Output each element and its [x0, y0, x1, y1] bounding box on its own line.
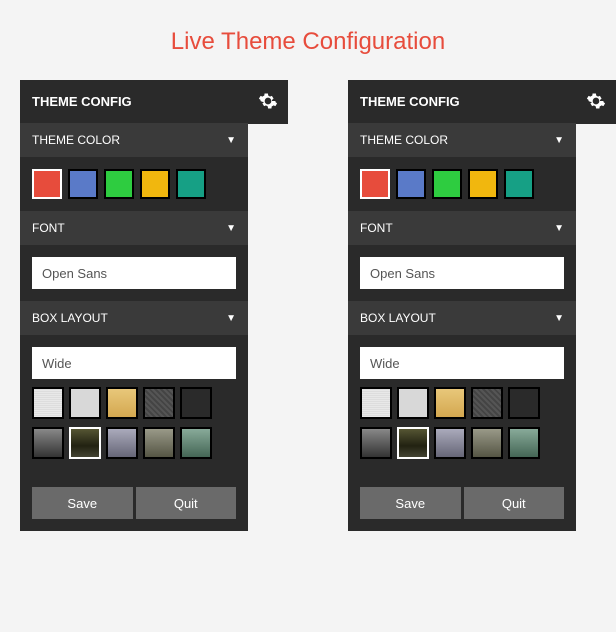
section-label: BOX LAYOUT [32, 311, 108, 325]
section-label: BOX LAYOUT [360, 311, 436, 325]
panel-title: THEME CONFIG [360, 94, 460, 109]
pattern-swatch[interactable] [508, 387, 540, 419]
font-input[interactable] [32, 257, 236, 289]
color-swatch-yellow[interactable] [468, 169, 498, 199]
pattern-row-1 [360, 387, 564, 419]
save-button[interactable]: Save [360, 487, 461, 519]
chevron-down-icon: ▼ [554, 313, 564, 324]
layout-input[interactable] [32, 347, 236, 379]
panel-header: THEME CONFIG [20, 80, 248, 123]
quit-button[interactable]: Quit [464, 487, 565, 519]
bg-image-swatch[interactable] [143, 427, 175, 459]
color-swatch-red[interactable] [360, 169, 390, 199]
chevron-down-icon: ▼ [554, 135, 564, 146]
pattern-swatch[interactable] [180, 387, 212, 419]
theme-color-header[interactable]: THEME COLOR ▼ [348, 123, 576, 157]
gear-icon [586, 91, 606, 114]
chevron-down-icon: ▼ [226, 223, 236, 234]
pattern-swatch[interactable] [397, 387, 429, 419]
bg-image-swatch[interactable] [69, 427, 101, 459]
chevron-down-icon: ▼ [554, 223, 564, 234]
color-swatch-yellow[interactable] [140, 169, 170, 199]
settings-toggle-tab[interactable] [576, 80, 616, 124]
pattern-row-2 [32, 427, 236, 459]
settings-toggle-tab[interactable] [248, 80, 288, 124]
save-button[interactable]: Save [32, 487, 133, 519]
font-input[interactable] [360, 257, 564, 289]
color-swatch-row [20, 157, 248, 211]
quit-button[interactable]: Quit [136, 487, 237, 519]
font-header[interactable]: FONT ▼ [20, 211, 248, 245]
theme-color-header[interactable]: THEME COLOR ▼ [20, 123, 248, 157]
bg-image-swatch[interactable] [471, 427, 503, 459]
section-label: THEME COLOR [360, 133, 448, 147]
bg-image-swatch[interactable] [508, 427, 540, 459]
color-swatch-blue[interactable] [396, 169, 426, 199]
section-label: FONT [360, 221, 393, 235]
theme-config-panel: THEME CONFIG THEME COLOR ▼ FONT ▼ [20, 80, 248, 531]
color-swatch-row [348, 157, 576, 211]
color-swatch-green[interactable] [104, 169, 134, 199]
panel-title: THEME CONFIG [32, 94, 132, 109]
pattern-swatch[interactable] [106, 387, 138, 419]
theme-config-panel: THEME CONFIG THEME COLOR ▼ FONT ▼ [348, 80, 576, 531]
box-layout-header[interactable]: BOX LAYOUT ▼ [20, 301, 248, 335]
bg-image-swatch[interactable] [434, 427, 466, 459]
pattern-swatch[interactable] [32, 387, 64, 419]
page-title: Live Theme Configuration [0, 0, 616, 80]
panel-header: THEME CONFIG [348, 80, 576, 123]
pattern-swatch[interactable] [471, 387, 503, 419]
color-swatch-green[interactable] [432, 169, 462, 199]
pattern-swatch[interactable] [434, 387, 466, 419]
layout-input[interactable] [360, 347, 564, 379]
pattern-swatch[interactable] [143, 387, 175, 419]
pattern-swatch[interactable] [360, 387, 392, 419]
bg-image-swatch[interactable] [32, 427, 64, 459]
pattern-swatch[interactable] [69, 387, 101, 419]
section-label: FONT [32, 221, 65, 235]
pattern-row-1 [32, 387, 236, 419]
color-swatch-red[interactable] [32, 169, 62, 199]
bg-image-swatch[interactable] [360, 427, 392, 459]
pattern-row-2 [360, 427, 564, 459]
bg-image-swatch[interactable] [180, 427, 212, 459]
section-label: THEME COLOR [32, 133, 120, 147]
box-layout-header[interactable]: BOX LAYOUT ▼ [348, 301, 576, 335]
bg-image-swatch[interactable] [106, 427, 138, 459]
chevron-down-icon: ▼ [226, 313, 236, 324]
chevron-down-icon: ▼ [226, 135, 236, 146]
color-swatch-blue[interactable] [68, 169, 98, 199]
color-swatch-teal[interactable] [176, 169, 206, 199]
font-header[interactable]: FONT ▼ [348, 211, 576, 245]
bg-image-swatch[interactable] [397, 427, 429, 459]
color-swatch-teal[interactable] [504, 169, 534, 199]
gear-icon [258, 91, 278, 114]
